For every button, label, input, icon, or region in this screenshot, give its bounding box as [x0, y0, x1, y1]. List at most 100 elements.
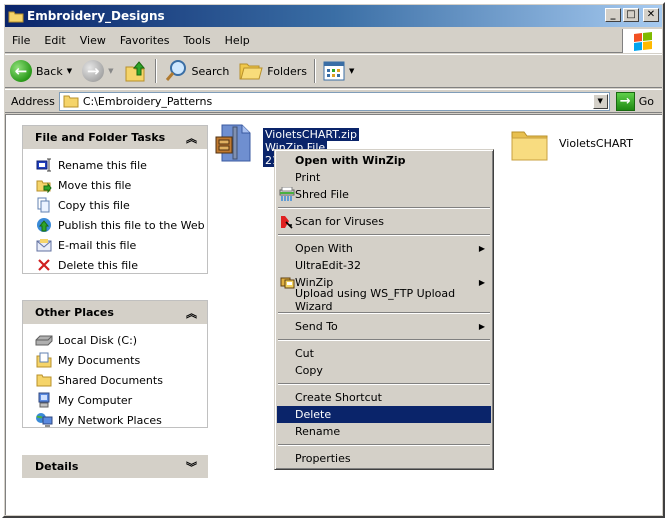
search-label: Search [191, 64, 230, 78]
task-email-file[interactable]: E-mail this file [35, 235, 207, 255]
menu-shred-file[interactable]: Shred File [277, 186, 491, 203]
menu-open-with-winzip[interactable]: Open with WinZip [277, 152, 491, 169]
my-documents-icon [35, 352, 53, 368]
standard-toolbar: ← Back ▼ → ▼ Search Folders ▼ [5, 54, 662, 88]
task-delete-file[interactable]: Delete this file [35, 255, 207, 275]
menu-create-shortcut[interactable]: Create Shortcut [277, 389, 491, 406]
task-publish-web[interactable]: Publish this file to the Web [35, 215, 207, 235]
windows-logo-icon [622, 29, 662, 53]
menu-label: Open With [295, 242, 353, 255]
menu-copy[interactable]: Copy [277, 362, 491, 379]
copy-icon [35, 197, 53, 213]
up-folder-button[interactable] [119, 57, 153, 85]
menu-label: Shred File [295, 188, 349, 201]
task-label: Rename this file [58, 158, 147, 172]
menu-label: Cut [295, 347, 314, 360]
task-move-file[interactable]: Move this file [35, 175, 207, 195]
place-my-computer[interactable]: My Computer [35, 390, 207, 410]
menu-label: Delete [295, 408, 332, 421]
shared-documents-icon [35, 372, 53, 388]
menu-print[interactable]: Print [277, 169, 491, 186]
title-bar[interactable]: Embroidery_Designs _ □ ✕ [5, 5, 662, 27]
place-label: My Computer [58, 393, 133, 407]
menu-separator [278, 207, 490, 209]
place-network-places[interactable]: My Network Places [35, 410, 207, 430]
task-copy-file[interactable]: Copy this file [35, 195, 207, 215]
address-input[interactable]: C:\Embroidery_Patterns ▼ [58, 91, 610, 111]
menu-separator [278, 339, 490, 341]
move-icon [35, 177, 53, 193]
menu-delete[interactable]: Delete [277, 406, 491, 423]
folder-icon [511, 131, 548, 161]
file-name: VioletsCHART.zip [263, 128, 359, 141]
details-panel-header[interactable]: Details ︾ [22, 455, 208, 478]
go-button[interactable]: → Go [610, 91, 662, 111]
menu-separator [278, 383, 490, 385]
address-label: Address [11, 94, 55, 108]
menu-label: Rename [295, 425, 341, 438]
forward-button[interactable]: → ▼ [77, 57, 118, 85]
explorer-window: Embroidery_Designs _ □ ✕ File Edit View … [2, 2, 665, 518]
menu-ultraedit[interactable]: UltraEdit-32 [277, 257, 491, 274]
menu-tools[interactable]: Tools [177, 34, 218, 47]
menu-file[interactable]: File [5, 34, 37, 47]
menu-label: Print [295, 171, 321, 184]
places-panel-header[interactable]: Other Places ︽ [23, 301, 207, 324]
menu-cut[interactable]: Cut [277, 345, 491, 362]
forward-dropdown-icon[interactable]: ▼ [108, 67, 113, 75]
menu-help[interactable]: Help [218, 34, 257, 47]
views-dropdown-icon[interactable]: ▼ [349, 67, 354, 75]
collapse-chevron-icon[interactable]: ︽ [186, 130, 197, 146]
expand-chevron-icon[interactable]: ︾ [186, 459, 197, 475]
tasks-panel-title: File and Folder Tasks [35, 131, 166, 144]
back-dropdown-icon[interactable]: ▼ [67, 67, 72, 75]
task-label: E-mail this file [58, 238, 137, 252]
submenu-arrow-icon: ▶ [478, 322, 485, 331]
menu-edit[interactable]: Edit [37, 34, 72, 47]
minimize-button[interactable]: _ [605, 8, 621, 22]
winzip-icon [279, 275, 295, 290]
menu-separator [278, 234, 490, 236]
search-button[interactable]: Search [159, 57, 235, 85]
maximize-button[interactable]: □ [623, 8, 639, 22]
menu-view[interactable]: View [73, 34, 113, 47]
folder-label: VioletsCHART [559, 137, 633, 150]
place-my-documents[interactable]: My Documents [35, 350, 207, 370]
place-shared-documents[interactable]: Shared Documents [35, 370, 207, 390]
menu-label: Copy [295, 364, 323, 377]
window-title: Embroidery_Designs [27, 9, 165, 23]
tasks-panel-header[interactable]: File and Folder Tasks ︽ [23, 126, 207, 149]
place-label: Shared Documents [58, 373, 163, 387]
place-local-disk[interactable]: Local Disk (C:) [35, 330, 207, 350]
menu-label: Scan for Viruses [295, 215, 384, 228]
folders-label: Folders [267, 64, 308, 78]
folder-icon [8, 11, 24, 22]
my-computer-icon [35, 392, 53, 408]
menu-label: Open with WinZip [295, 154, 406, 167]
menu-label: UltraEdit-32 [295, 259, 361, 272]
menu-scan-viruses[interactable]: Scan for Viruses [277, 213, 491, 230]
delete-icon [35, 257, 53, 273]
menu-properties[interactable]: Properties [277, 450, 491, 467]
menu-upload-wsftp[interactable]: Upload using WS_FTP Upload Wizard [277, 287, 491, 313]
antivirus-icon [279, 214, 295, 229]
place-label: My Network Places [58, 413, 162, 427]
collapse-chevron-icon[interactable]: ︽ [186, 305, 197, 321]
details-panel: Details ︾ [22, 455, 208, 478]
forward-arrow-icon: → [82, 60, 105, 82]
back-button[interactable]: ← Back ▼ [5, 57, 77, 85]
address-dropdown-button[interactable]: ▼ [592, 93, 608, 109]
task-rename-file[interactable]: Rename this file [35, 155, 207, 175]
menu-rename[interactable]: Rename [277, 423, 491, 440]
menu-send-to[interactable]: Send To ▶ [277, 318, 491, 335]
folders-icon [239, 63, 263, 80]
local-disk-icon [35, 332, 53, 348]
views-button[interactable]: ▼ [318, 57, 359, 85]
back-label: Back [36, 64, 63, 78]
menu-open-with[interactable]: Open With ▶ [277, 240, 491, 257]
address-value: C:\Embroidery_Patterns [82, 94, 213, 108]
menu-favorites[interactable]: Favorites [113, 34, 177, 47]
folders-button[interactable]: Folders [234, 57, 312, 85]
close-button[interactable]: ✕ [643, 8, 659, 22]
context-menu: Open with WinZip Print Shred File Scan f… [274, 149, 494, 470]
